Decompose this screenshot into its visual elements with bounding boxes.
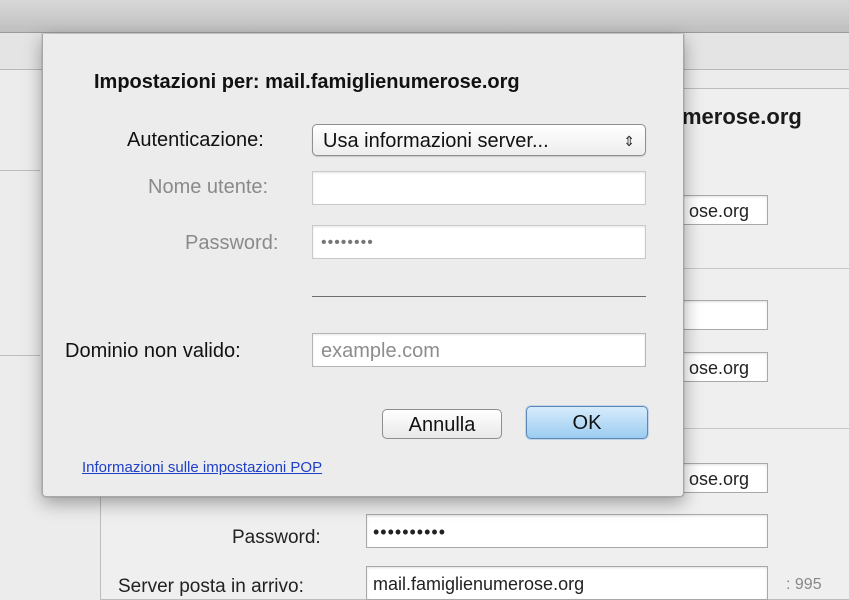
server-password-label: Password:	[232, 527, 321, 548]
full-name-field[interactable]	[682, 300, 768, 330]
pop-settings-help-link[interactable]: Informazioni sulle impostazioni POP	[82, 459, 322, 476]
divider	[682, 428, 849, 429]
authentication-popup[interactable]: Usa informazioni server... ⇕	[312, 124, 646, 156]
cancel-button[interactable]: Annulla	[382, 409, 502, 439]
authentication-value: Usa informazioni server...	[323, 130, 549, 152]
password-field[interactable]: ••••••••	[312, 225, 646, 259]
email-address-field[interactable]: ose.org	[682, 352, 768, 382]
dialog-title: Impostazioni per: mail.famiglienumerose.…	[94, 71, 520, 93]
account-heading: merose.org	[682, 104, 802, 129]
divider	[0, 170, 40, 171]
invalid-domain-field[interactable]: example.com	[312, 333, 646, 367]
username-label: Nome utente:	[148, 176, 269, 198]
password-label: Password:	[185, 232, 279, 254]
port-field[interactable]: : 995	[786, 576, 822, 594]
popup-arrows-icon: ⇕	[623, 133, 635, 149]
window-titlebar	[0, 0, 849, 33]
authentication-label: Autenticazione:	[127, 129, 264, 151]
incoming-server-field[interactable]: mail.famiglienumerose.org	[366, 566, 768, 600]
ok-button[interactable]: OK	[526, 406, 648, 439]
server-password-field[interactable]: ••••••••••	[366, 514, 768, 548]
invalid-domain-placeholder: example.com	[321, 340, 440, 362]
invalid-domain-label: Dominio non valido:	[65, 340, 241, 362]
divider	[682, 268, 849, 269]
username-field[interactable]	[312, 171, 646, 205]
account-description-field[interactable]: ose.org	[682, 195, 768, 225]
separator	[312, 296, 646, 297]
server-username-field[interactable]: ose.org	[682, 463, 768, 493]
incoming-server-label: Server posta in arrivo:	[118, 576, 304, 597]
divider	[0, 355, 40, 356]
